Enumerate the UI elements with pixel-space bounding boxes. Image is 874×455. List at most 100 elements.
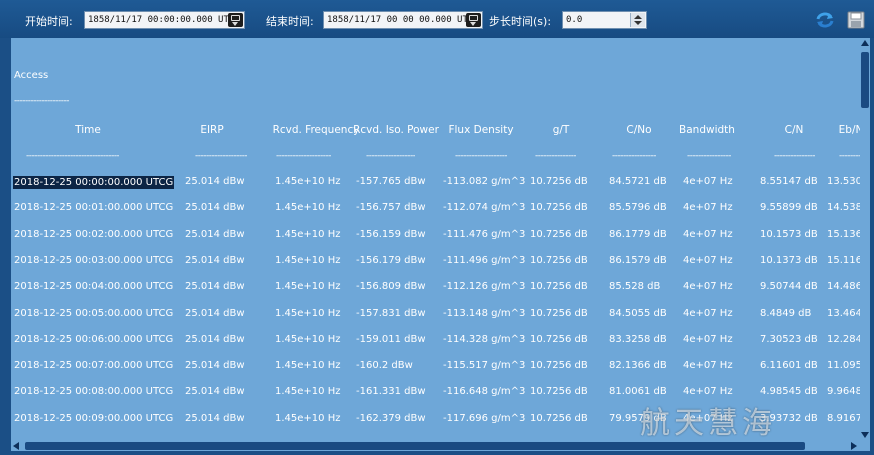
- table-cell-rcvd-frequency: 1.45e+10 Hz: [275, 360, 341, 372]
- column-divider-eb-n: -----------: [839, 151, 860, 161]
- table-cell-flux-density: -111.476 g/m^3: [443, 228, 526, 240]
- table-cell-eirp: 25.014 dBw: [185, 333, 245, 345]
- table-cell-flux-density: -117.696 g/m^3: [443, 412, 526, 424]
- column-header-c-n: C/N: [784, 124, 804, 136]
- end-time-value: 1858/11/17 00 00 00.000 UTC: [327, 15, 474, 25]
- table-cell-rcvd-iso-power: -157.765 dBw: [356, 176, 426, 187]
- horizontal-scroll-thumb[interactable]: [25, 442, 805, 450]
- column-divider-rcvd-frequency: --------------------: [276, 151, 331, 161]
- table-cell-c-no: 81.0061 dB: [609, 386, 667, 398]
- table-cell-rcvd-iso-power: -156.757 dBw: [356, 202, 426, 214]
- toolbar: 开始时间: 1858/11/17 00:00:00.000 UTC 结束时间: …: [0, 0, 874, 38]
- table-cell-rcvd-frequency: 1.45e+10 Hz: [275, 307, 341, 319]
- table-cell-eirp: 25.014 dBw: [185, 307, 245, 319]
- table-cell-g-t: 10.7256 dB: [530, 307, 588, 319]
- column-header-rcvd-frequency: Rcvd. Frequency: [272, 124, 360, 136]
- scroll-down-arrow-icon[interactable]: [861, 432, 869, 438]
- table-cell-flux-density: -113.148 g/m^3: [443, 307, 526, 319]
- table-cell-g-t: 10.7256 dB: [530, 202, 588, 214]
- table-cell-c-n: 8.55147 dB: [760, 176, 818, 187]
- table-cell-rcvd-iso-power: -162.379 dBw: [356, 412, 426, 424]
- table-cell-c-n: 9.55899 dB: [760, 202, 818, 214]
- table-cell-c-n: 8.4849 dB: [760, 307, 812, 319]
- table-cell-bandwidth: 4e+07 Hz: [683, 360, 733, 372]
- table-cell-flux-density: -112.126 g/m^3: [443, 281, 526, 293]
- table-cell-c-n: 9.50744 dB: [760, 281, 818, 293]
- table-cell-bandwidth: 4e+07 Hz: [683, 176, 733, 187]
- section-title: Access: [14, 70, 49, 81]
- table-cell-eirp: 25.014 dBw: [185, 254, 245, 266]
- table-cell-eirp: 25.014 dBw: [185, 202, 245, 214]
- step-time-field[interactable]: 0.0: [562, 11, 647, 29]
- table-cell-rcvd-iso-power: -157.831 dBw: [356, 307, 426, 319]
- section-underline: --------------------: [14, 96, 69, 106]
- column-header-c-no: C/No: [626, 124, 652, 136]
- table-cell-eb-n: 8.91675: [827, 412, 860, 424]
- table-cell-rcvd-frequency: 1.45e+10 Hz: [275, 281, 341, 293]
- table-cell-bandwidth: 4e+07 Hz: [683, 386, 733, 398]
- end-time-field[interactable]: 1858/11/17 00 00 00.000 UTC: [323, 11, 483, 29]
- table-cell-c-no: 84.5055 dB: [609, 307, 667, 319]
- table-cell-c-n: 4.98545 dB: [760, 386, 818, 398]
- calendar-picker-icon[interactable]: [228, 13, 243, 27]
- table-cell-c-n: 6.11601 dB: [760, 360, 818, 372]
- table-cell-bandwidth: 4e+07 Hz: [683, 307, 733, 319]
- calendar-picker-icon[interactable]: [466, 13, 481, 27]
- step-time-value: 0.0: [566, 15, 583, 25]
- column-divider-flux-density: -------------------: [455, 151, 508, 161]
- column-divider-eirp: -------------------: [195, 151, 248, 161]
- table-cell-flux-density: -113.082 g/m^3: [443, 176, 526, 187]
- table-cell-g-t: 10.7256 dB: [530, 228, 588, 240]
- table-cell-c-n: 10.1373 dB: [760, 254, 818, 266]
- column-divider-g-t: ---------------: [535, 151, 577, 161]
- table-cell-flux-density: -111.496 g/m^3: [443, 254, 526, 266]
- table-cell-eb-n: 15.1367: [827, 228, 860, 240]
- report-text-area[interactable]: Access -------------------- Time EIRP Rcvd…: [11, 38, 860, 441]
- table-cell-eirp: 25.014 dBw: [185, 281, 245, 293]
- table-cell-g-t: 10.7256 dB: [530, 386, 588, 398]
- step-time-label: 步长时间(s):: [489, 15, 552, 28]
- table-cell-c-no: 84.5721 dB: [609, 176, 667, 187]
- end-time-label: 结束时间:: [266, 15, 314, 28]
- table-cell-flux-density: -115.517 g/m^3: [443, 360, 526, 372]
- table-cell-eirp: 25.014 dBw: [185, 412, 245, 424]
- start-time-field[interactable]: 1858/11/17 00:00:00.000 UTC: [84, 11, 245, 29]
- column-divider-bandwidth: ----------------: [687, 151, 731, 161]
- column-header-bandwidth: Bandwidth: [679, 124, 735, 136]
- scroll-right-arrow-icon[interactable]: [851, 442, 857, 450]
- table-cell-g-t: 10.7256 dB: [530, 412, 588, 424]
- vertical-scrollbar[interactable]: [860, 38, 870, 441]
- table-cell-eirp: 25.014 dBw: [185, 228, 245, 240]
- table-cell-time: 2018-12-25 00:05:00.000 UTCG: [14, 307, 174, 319]
- scroll-up-arrow-icon[interactable]: [861, 40, 869, 46]
- table-cell-eirp: 25.014 dBw: [185, 176, 245, 187]
- table-cell-eirp: 25.014 dBw: [185, 360, 245, 372]
- table-cell-c-no: 85.528 dB: [609, 281, 661, 293]
- column-header-flux-density: Flux Density: [448, 124, 514, 136]
- table-cell-time: 2018-12-25 00:03:00.000 UTCG: [14, 254, 174, 266]
- table-cell-bandwidth: 4e+07 Hz: [683, 333, 733, 345]
- table-cell-c-no: 82.1366 dB: [609, 360, 667, 372]
- save-icon[interactable]: [846, 10, 866, 30]
- horizontal-scrollbar[interactable]: [11, 441, 860, 451]
- table-cell-g-t: 10.7256 dB: [530, 176, 588, 187]
- table-cell-c-no: 85.5796 dB: [609, 202, 667, 214]
- table-cell-rcvd-frequency: 1.45e+10 Hz: [275, 228, 341, 240]
- table-cell-rcvd-iso-power: -160.2 dBw: [356, 360, 413, 372]
- column-divider-c-no: ----------------: [612, 151, 656, 161]
- table-cell-bandwidth: 4e+07 Hz: [683, 254, 733, 266]
- scroll-left-arrow-icon[interactable]: [13, 442, 19, 450]
- column-divider-rcvd-iso-power: ------------------: [366, 151, 416, 161]
- table-cell-rcvd-frequency: 1.45e+10 Hz: [275, 176, 341, 187]
- table-cell-flux-density: -112.074 g/m^3: [443, 202, 526, 214]
- table-cell-eb-n: 11.0954: [827, 360, 860, 372]
- refresh-icon[interactable]: [815, 10, 835, 30]
- table-cell-rcvd-frequency: 1.45e+10 Hz: [275, 202, 341, 214]
- table-cell-g-t: 10.7256 dB: [530, 254, 588, 266]
- vertical-scroll-thumb[interactable]: [861, 52, 869, 108]
- table-cell-rcvd-frequency: 1.45e+10 Hz: [275, 412, 341, 424]
- table-cell-c-no: 83.3258 dB: [609, 333, 667, 345]
- table-cell-eb-n: 13.4643: [827, 307, 860, 319]
- spinner-arrows-icon[interactable]: [630, 13, 645, 27]
- watermark-logo: 航天慧海: [640, 406, 776, 441]
